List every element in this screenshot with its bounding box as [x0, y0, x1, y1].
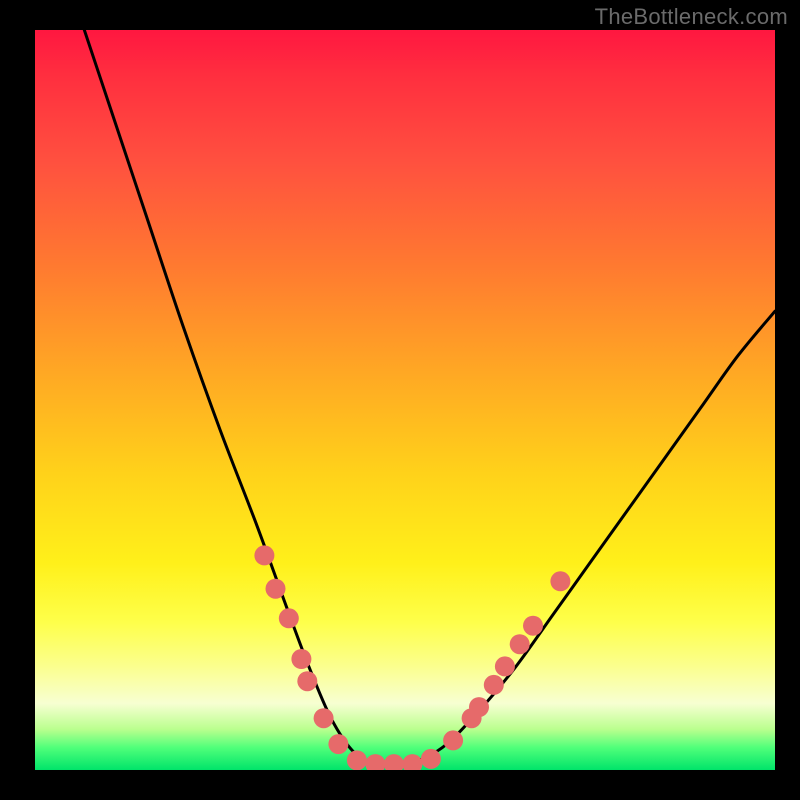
sample-point [297, 671, 317, 691]
sample-point [484, 675, 504, 695]
sample-point [291, 649, 311, 669]
sample-point [384, 754, 404, 770]
sample-point [550, 571, 570, 591]
sample-point [421, 749, 441, 769]
sample-point [402, 754, 422, 770]
sample-point [314, 708, 334, 728]
curve-line [79, 30, 775, 767]
sample-point [347, 750, 367, 770]
sample-point [495, 656, 515, 676]
sample-point [365, 754, 385, 770]
sample-point [469, 697, 489, 717]
chart-frame: TheBottleneck.com [0, 0, 800, 800]
bottleneck-curve [79, 30, 775, 767]
sample-point [510, 634, 530, 654]
sample-point [523, 616, 543, 636]
sample-point [266, 579, 286, 599]
sample-point [279, 608, 299, 628]
chart-svg [35, 30, 775, 770]
sample-point [254, 545, 274, 565]
sample-point [328, 734, 348, 754]
plot-area [35, 30, 775, 770]
watermark-text: TheBottleneck.com [595, 4, 788, 30]
sample-point [443, 730, 463, 750]
